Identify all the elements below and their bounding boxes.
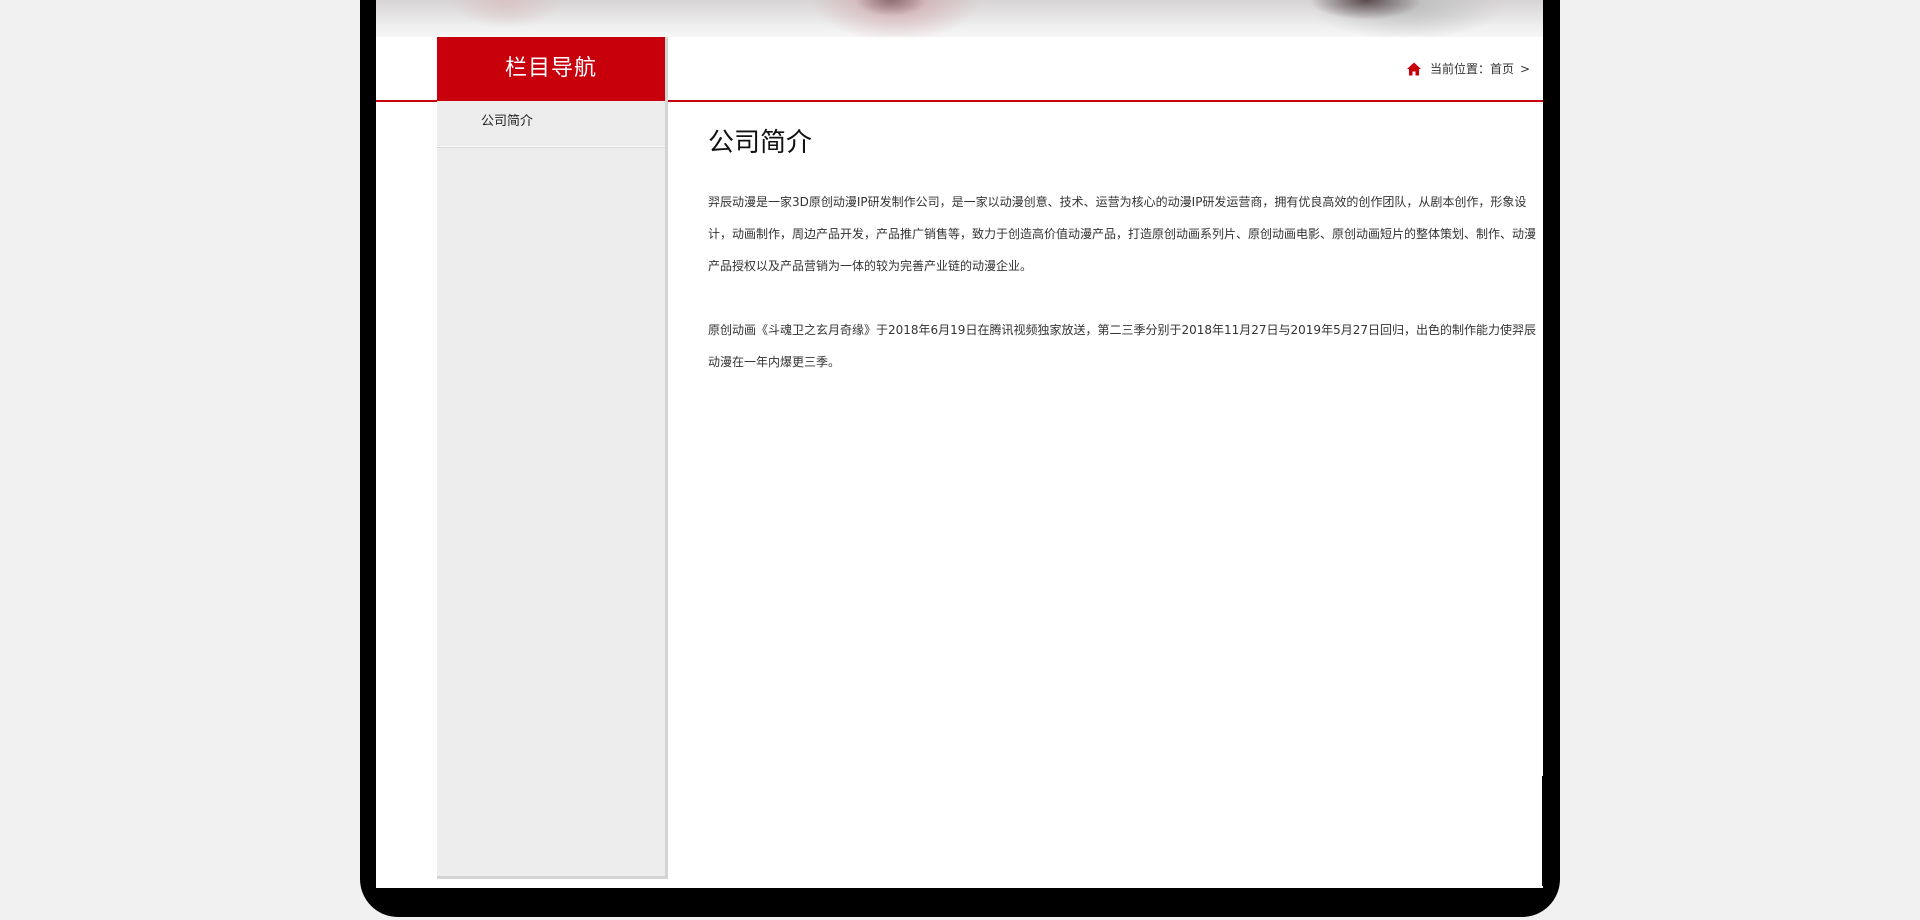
banner-decoration bbox=[846, 0, 936, 22]
sidebar-item-company-intro[interactable]: 公司简介 bbox=[437, 101, 665, 147]
banner-decoration bbox=[1296, 0, 1436, 30]
sidebar-title: 栏目导航 bbox=[437, 37, 665, 101]
breadcrumb-prefix: 当前位置： bbox=[1430, 62, 1491, 76]
breadcrumb-home-link[interactable]: 首页 bbox=[1490, 60, 1514, 77]
article-paragraph: 原创动画《斗魂卫之玄月奇缘》于2018年6月19日在腾讯视频独家放送，第二三季分… bbox=[708, 323, 1536, 369]
sidebar: 栏目导航 公司简介 bbox=[437, 37, 668, 879]
breadcrumb: 当前位置： 首页 > bbox=[1406, 60, 1530, 77]
breadcrumb-separator: > bbox=[1520, 61, 1531, 76]
article-content: 公司简介 羿辰动漫是一家3D原创动漫IP研发制作公司，是一家以动漫创意、技术、运… bbox=[708, 122, 1543, 410]
article-paragraph: 羿辰动漫是一家3D原创动漫IP研发制作公司，是一家以动漫创意、技术、运营为核心的… bbox=[708, 195, 1537, 273]
top-banner bbox=[376, 0, 1543, 37]
article-title: 公司简介 bbox=[708, 128, 813, 158]
home-icon bbox=[1406, 61, 1422, 77]
scroll-edge bbox=[1542, 776, 1543, 886]
page-screen: 栏目导航 公司简介 当前位置： 首页 > 公司简介 羿辰动漫是一家3D原创动漫I… bbox=[376, 0, 1543, 888]
